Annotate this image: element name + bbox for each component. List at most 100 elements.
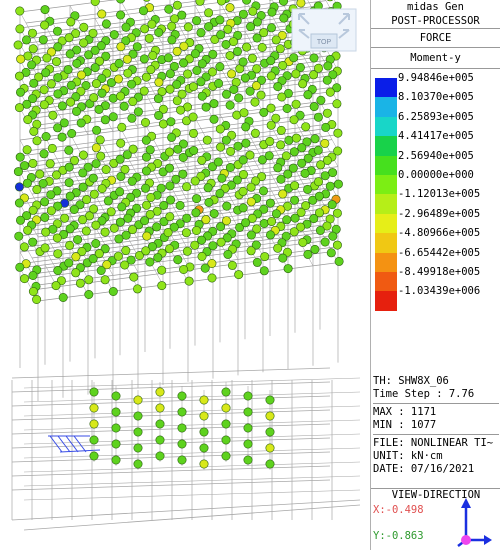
hinge-marker: [320, 138, 330, 148]
hinge-marker: [14, 198, 24, 208]
unit-label: UNIT: kN·cm: [373, 450, 443, 462]
hinge-marker: [259, 266, 269, 276]
hinge-marker: [47, 143, 57, 153]
hinge-marker: [100, 227, 110, 237]
hinge-marker: [111, 391, 121, 401]
legend-swatch: [375, 194, 397, 214]
hinge-marker: [90, 45, 100, 55]
hinge-marker: [133, 395, 143, 405]
hinge-marker: [271, 35, 281, 45]
hinge-marker: [28, 44, 38, 54]
hinge-marker: [13, 167, 23, 177]
legend-value: -2.96489e+005: [398, 207, 481, 220]
hinge-marker: [91, 239, 101, 249]
hinge-marker: [146, 193, 156, 203]
hinge-marker: [41, 68, 51, 78]
hinge-marker: [40, 212, 50, 222]
hinge-marker: [240, 73, 250, 83]
hinge-marker: [171, 174, 181, 184]
hinge-marker: [221, 39, 231, 49]
axis-triad-icon: [457, 498, 492, 547]
hinge-marker: [225, 51, 235, 61]
analysis-info: TH: SHW8X_06 Time Step : 7.76 MAX : 1171…: [373, 375, 499, 476]
hinge-marker: [155, 387, 165, 397]
hinge-marker: [291, 99, 301, 109]
hinge-marker: [284, 135, 294, 145]
hinge-marker: [53, 249, 63, 259]
hinge-marker: [165, 212, 175, 222]
hinge-marker: [27, 60, 37, 70]
hinge-marker: [226, 146, 236, 156]
hinge-marker: [316, 160, 326, 170]
hinge-marker: [88, 254, 98, 264]
model-viewport[interactable]: TOP: [0, 0, 370, 550]
hinge-marker: [177, 439, 187, 449]
hinge-marker: [216, 142, 226, 152]
hinge-marker: [259, 219, 269, 229]
hinge-marker: [189, 146, 199, 156]
hinge-marker: [142, 152, 152, 162]
hinge-marker: [165, 163, 175, 173]
hinge-marker: [29, 126, 39, 136]
structure-model[interactable]: [0, 0, 370, 550]
hinge-marker: [234, 270, 244, 280]
hinge-marker: [321, 122, 331, 132]
hinge-marker: [271, 209, 281, 219]
hinge-marker: [327, 200, 337, 210]
hinge-marker: [81, 226, 91, 236]
hinge-marker: [225, 3, 235, 13]
hinge-marker: [84, 289, 94, 299]
hinge-marker: [22, 145, 32, 155]
hinge-marker: [278, 253, 288, 263]
hinge-marker: [127, 79, 137, 89]
hinge-marker: [127, 176, 137, 186]
hinge-marker: [313, 112, 323, 122]
hinge-marker: [177, 423, 187, 433]
hinge-marker: [315, 225, 325, 235]
hinge-marker: [116, 91, 126, 101]
hinge-marker: [243, 439, 253, 449]
hinge-marker: [313, 177, 323, 187]
hinge-marker: [291, 69, 301, 79]
hinge-marker: [58, 292, 68, 302]
hinge-marker: [276, 140, 286, 150]
hinge-marker: [229, 85, 239, 95]
hinge-marker: [239, 170, 249, 180]
mode-label: POST-PROCESSOR: [391, 15, 480, 27]
hinge-marker: [238, 9, 248, 19]
hinge-marker: [28, 286, 38, 296]
hinge-marker: [141, 135, 151, 145]
hinge-marker: [64, 178, 74, 188]
hinge-marker: [88, 173, 98, 183]
hinge-marker: [243, 407, 253, 417]
view-direction-x: X:-0.498: [373, 504, 424, 516]
hinge-marker: [65, 240, 75, 250]
hinge-marker: [289, 227, 299, 237]
hinge-marker: [71, 268, 81, 278]
hinge-marker: [165, 181, 175, 191]
hinge-marker: [215, 124, 225, 134]
hinge-marker: [313, 63, 323, 73]
hinge-marker: [66, 97, 76, 107]
hinge-marker: [29, 78, 39, 88]
hinge-marker: [90, 0, 100, 6]
hinge-marker: [191, 208, 201, 218]
hinge-marker: [190, 240, 200, 250]
hinge-marker: [57, 132, 67, 142]
hinge-marker: [73, 235, 83, 245]
hinge-marker: [51, 170, 61, 180]
navigation-cube[interactable]: TOP: [291, 8, 357, 52]
hinge-marker: [15, 215, 25, 225]
hinge-marker: [275, 44, 285, 54]
hinge-marker: [216, 30, 226, 40]
legend-value: 6.25893e+005: [398, 110, 474, 123]
hinge-marker: [108, 286, 118, 296]
hinge-marker: [297, 143, 307, 153]
hinge-marker: [146, 65, 156, 75]
hinge-marker: [140, 24, 150, 34]
hinge-marker: [153, 253, 163, 263]
hinge-marker: [114, 74, 124, 84]
hinge-marker: [155, 451, 165, 461]
hinge-marker: [92, 125, 102, 135]
hinge-marker: [89, 451, 99, 461]
